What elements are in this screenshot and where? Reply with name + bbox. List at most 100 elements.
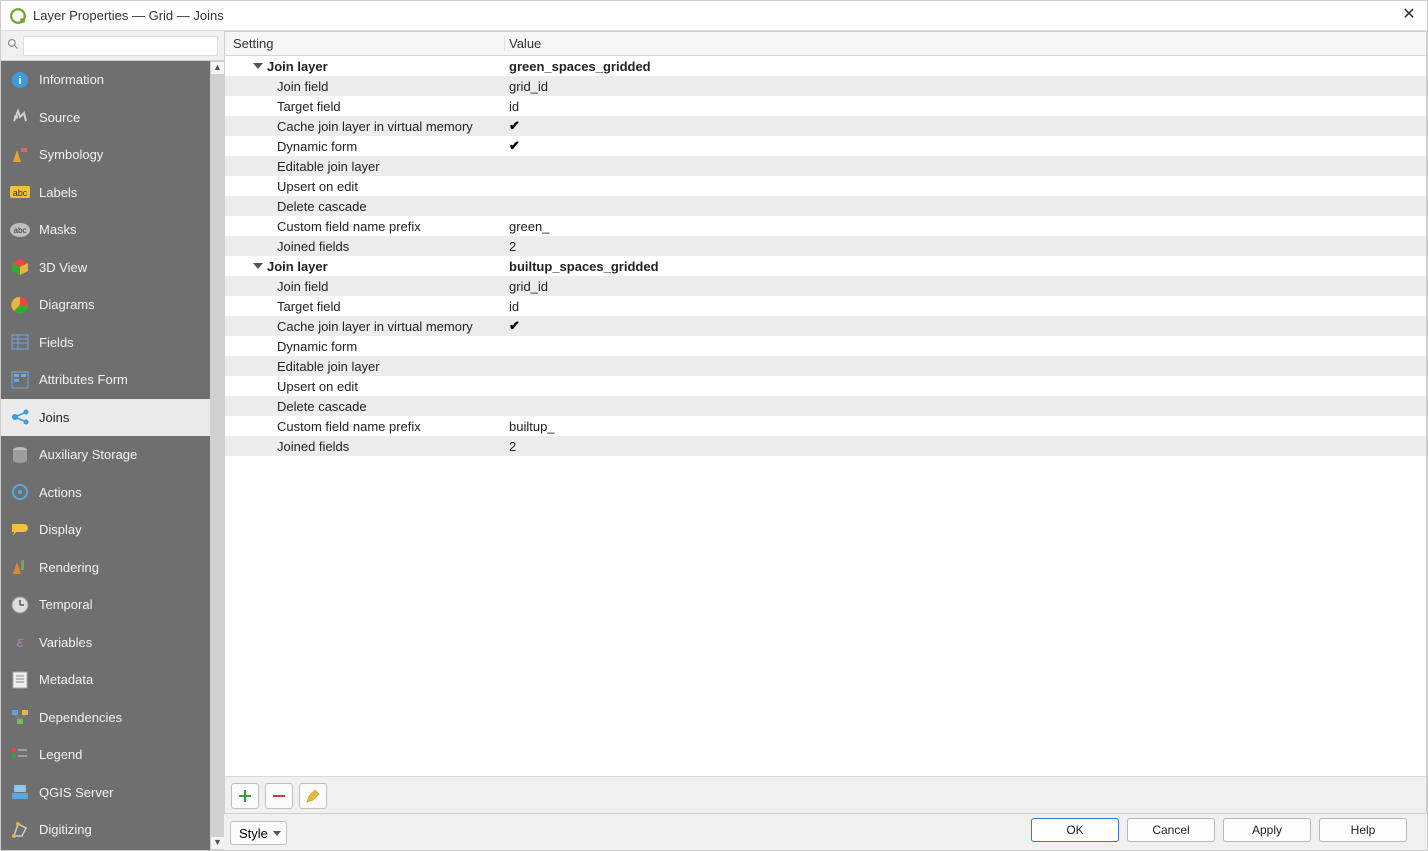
tree-row-setting: Upsert on edit — [225, 179, 505, 194]
sidebar-item-label: Masks — [39, 222, 77, 237]
sidebar-item-display[interactable]: Display — [1, 511, 210, 549]
sidebar-item-label: Variables — [39, 635, 92, 650]
chevron-down-icon[interactable] — [253, 63, 263, 69]
column-setting[interactable]: Setting — [225, 36, 505, 51]
qgis-icon — [9, 7, 27, 25]
sidebar-item-auxiliary-storage[interactable]: Auxiliary Storage — [1, 436, 210, 474]
tree-row[interactable]: Editable join layer — [225, 356, 1426, 376]
sidebar-item-rendering[interactable]: Rendering — [1, 549, 210, 587]
sidebar-item-labels[interactable]: abc Labels — [1, 174, 210, 212]
sidebar-item-fields[interactable]: Fields — [1, 324, 210, 362]
sidebar-item-label: Symbology — [39, 147, 103, 162]
sidebar-item-label: Actions — [39, 485, 82, 500]
tree-row-setting: Custom field name prefix — [225, 219, 505, 234]
scroll-thumb[interactable] — [211, 75, 224, 836]
ok-button[interactable]: OK — [1031, 818, 1119, 842]
join-row-value: grid_id — [509, 79, 548, 94]
tree-row[interactable]: Custom field name prefixbuiltup_ — [225, 416, 1426, 436]
titlebar: Layer Properties — Grid — Joins ✕ — [1, 1, 1427, 31]
scroll-up-icon[interactable]: ▲ — [211, 61, 224, 75]
tree-row[interactable]: Cache join layer in virtual memory✔ — [225, 116, 1426, 136]
chevron-down-icon[interactable] — [253, 263, 263, 269]
tree-row[interactable]: Join layergreen_spaces_gridded — [225, 56, 1426, 76]
tree-row[interactable]: Dynamic form✔ — [225, 136, 1426, 156]
rendering-icon — [7, 555, 33, 579]
join-row-key: Upsert on edit — [277, 179, 358, 194]
labels-icon: abc — [7, 180, 33, 204]
tree-row[interactable]: Join fieldgrid_id — [225, 276, 1426, 296]
apply-button[interactable]: Apply — [1223, 818, 1311, 842]
tree-row-value: green_ — [505, 219, 1426, 234]
tree-row[interactable]: Upsert on edit — [225, 176, 1426, 196]
tree-body[interactable]: Join layergreen_spaces_griddedJoin field… — [225, 56, 1426, 776]
tree-row[interactable]: Upsert on edit — [225, 376, 1426, 396]
join-row-key: Custom field name prefix — [277, 219, 421, 234]
sidebar-item-masks[interactable]: abcMasks — [1, 211, 210, 249]
sidebar-item-label: Diagrams — [39, 297, 95, 312]
tree-row-value: 2 — [505, 239, 1426, 254]
tree-row-value: grid_id — [505, 79, 1426, 94]
tree-toolbar — [225, 776, 1426, 813]
tree-row-setting: Join layer — [225, 259, 505, 274]
variables-icon: ε — [7, 630, 33, 654]
tree-row-value: green_spaces_gridded — [505, 59, 1426, 74]
add-join-button[interactable] — [231, 783, 259, 809]
sidebar-item-attributes-form[interactable]: Attributes Form — [1, 361, 210, 399]
tree-row[interactable]: Cache join layer in virtual memory✔ — [225, 316, 1426, 336]
sidebar-item-source[interactable]: Source — [1, 99, 210, 137]
help-button[interactable]: Help — [1319, 818, 1407, 842]
tree-row[interactable]: Joined fields2 — [225, 236, 1426, 256]
pencil-icon — [305, 788, 321, 804]
tree-row[interactable]: Join layerbuiltup_spaces_gridded — [225, 256, 1426, 276]
tree-row-setting: Upsert on edit — [225, 379, 505, 394]
auxiliary-storage-icon — [7, 443, 33, 467]
tree-row[interactable]: Editable join layer — [225, 156, 1426, 176]
sidebar-item-symbology[interactable]: Symbology — [1, 136, 210, 174]
tree-row[interactable]: Target fieldid — [225, 296, 1426, 316]
tree-row[interactable]: Joined fields2 — [225, 436, 1426, 456]
tree-row-value: id — [505, 99, 1426, 114]
sidebar-item-label: Display — [39, 522, 82, 537]
check-icon: ✔ — [509, 318, 520, 333]
sidebar-item-qgis-server[interactable]: QGIS Server — [1, 774, 210, 812]
sidebar-item-actions[interactable]: Actions — [1, 474, 210, 512]
edit-join-button[interactable] — [299, 783, 327, 809]
join-row-key: Cache join layer in virtual memory — [277, 119, 473, 134]
style-menu-button[interactable]: Style — [230, 821, 287, 845]
scroll-down-icon[interactable]: ▼ — [211, 836, 224, 850]
sidebar-item-information[interactable]: iInformation — [1, 61, 210, 99]
window-title: Layer Properties — Grid — Joins — [33, 8, 224, 23]
sidebar-item-metadata[interactable]: Metadata — [1, 661, 210, 699]
join-row-key: Target field — [277, 299, 341, 314]
tree-row[interactable]: Delete cascade — [225, 196, 1426, 216]
tree-row[interactable]: Dynamic form — [225, 336, 1426, 356]
tree-row[interactable]: Custom field name prefix green_ — [225, 216, 1426, 236]
sidebar-item-temporal[interactable]: Temporal — [1, 586, 210, 624]
search-input[interactable] — [23, 36, 218, 56]
sidebar-scrollbar[interactable]: ▲ ▼ — [210, 61, 224, 850]
sidebar-item-legend[interactable]: Legend — [1, 736, 210, 774]
digitizing-icon — [7, 818, 33, 842]
source-icon — [7, 105, 33, 129]
sidebar-item-3d-view[interactable]: 3D View — [1, 249, 210, 287]
sidebar-item-variables[interactable]: ε Variables — [1, 624, 210, 662]
join-header-label: Join layer — [267, 259, 328, 274]
sidebar-item-joins[interactable]: Joins — [1, 399, 210, 437]
tree-row-setting: Delete cascade — [225, 199, 505, 214]
sidebar-item-digitizing[interactable]: Digitizing — [1, 811, 210, 849]
sidebar-item-diagrams[interactable]: Diagrams — [1, 286, 210, 324]
cancel-button[interactable]: Cancel — [1127, 818, 1215, 842]
column-value[interactable]: Value — [505, 36, 1426, 51]
sidebar-item-dependencies[interactable]: Dependencies — [1, 699, 210, 737]
tree-row-value: grid_id — [505, 279, 1426, 294]
tree-row[interactable]: Delete cascade — [225, 396, 1426, 416]
tree-row-setting: Join layer — [225, 59, 505, 74]
tree-row-setting: Joined fields — [225, 239, 505, 254]
tree-row[interactable]: Target fieldid — [225, 96, 1426, 116]
tree-row[interactable]: Join fieldgrid_id — [225, 76, 1426, 96]
remove-join-button[interactable] — [265, 783, 293, 809]
sidebar-item-label: Labels — [39, 185, 77, 200]
close-icon[interactable]: ✕ — [1399, 5, 1419, 25]
join-row-key: Editable join layer — [277, 359, 380, 374]
svg-text:ε: ε — [16, 634, 24, 651]
